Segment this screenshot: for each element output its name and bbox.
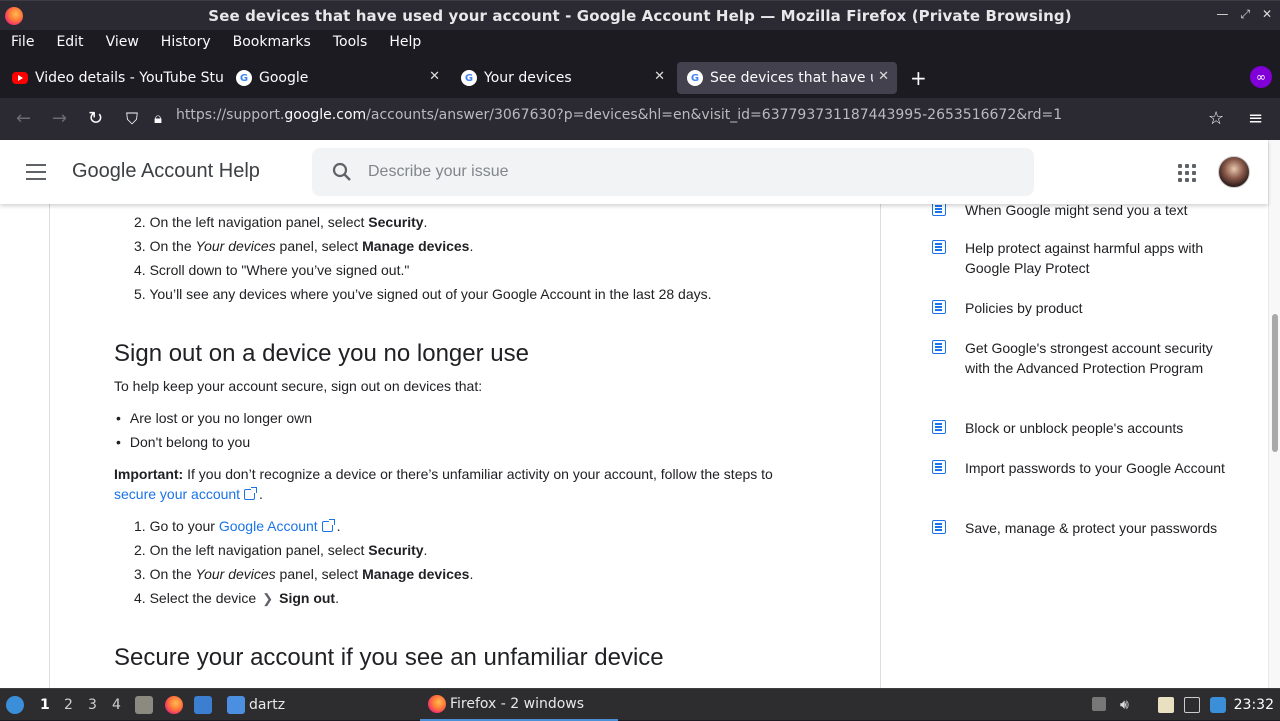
menu-edit[interactable]: Edit [45, 34, 94, 50]
lock-icon[interactable]: 🔒︎ [154, 109, 162, 127]
main-menu-icon[interactable] [26, 164, 46, 180]
workspace-3[interactable]: 3 [88, 697, 97, 713]
step-item: 4. Select the device ❯ Sign out. [134, 590, 339, 606]
menu-view[interactable]: View [95, 34, 150, 50]
taskbar-firefox-button[interactable]: Firefox - 2 windows [420, 689, 618, 721]
section-heading: Secure your account if you see an unfami… [114, 644, 664, 671]
google-icon: G [236, 70, 252, 86]
start-menu-icon[interactable] [6, 696, 24, 714]
chevron-right-icon: ❯ [262, 591, 274, 606]
clock: 23:32 [1233, 697, 1274, 713]
important-note-link-line: secure your account . [114, 486, 263, 502]
scrollbar-thumb[interactable] [1272, 314, 1278, 452]
step-item: 3. On the Your devices panel, select Man… [134, 238, 474, 254]
step-item: 5. You’ll see any devices where you’ve s… [134, 286, 712, 302]
menu-bookmarks[interactable]: Bookmarks [222, 34, 322, 50]
search-icon [332, 162, 351, 181]
firefox-launcher-icon[interactable] [165, 696, 183, 714]
file-manager-icon[interactable] [135, 696, 153, 714]
menu-history[interactable]: History [150, 34, 222, 50]
google-icon: G [687, 70, 703, 86]
taskbar: 1 2 3 4 dartz Firefox - 2 windows 🔊︎ 23:… [0, 688, 1280, 721]
workspace-2[interactable]: 2 [64, 697, 73, 713]
article-icon [932, 202, 946, 216]
firefox-icon [5, 7, 23, 25]
folder-icon[interactable] [227, 696, 245, 714]
reload-icon[interactable]: ↻ [88, 108, 103, 129]
menu-bar: File Edit View History Bookmarks Tools H… [0, 30, 1280, 54]
private-browsing-icon: ∞ [1250, 66, 1272, 88]
article-icon [932, 340, 946, 354]
display-icon[interactable] [1184, 697, 1200, 713]
step-item: 3. On the Your devices panel, select Man… [134, 566, 474, 582]
shield-icon[interactable]: ⛉ [126, 109, 138, 129]
forward-icon[interactable]: → [52, 108, 67, 129]
workspace-1[interactable]: 1 [40, 697, 50, 713]
page-brand[interactable]: Google Account Help [72, 160, 260, 183]
tab-see-devices[interactable]: G See devices that have used your accoun… [677, 62, 897, 94]
google-icon: G [461, 70, 477, 86]
maximize-icon[interactable]: ⤢ [1240, 7, 1250, 22]
tab-your-devices[interactable]: G Your devices ✕ [451, 62, 673, 94]
article-icon [932, 520, 946, 534]
list-item: Are lost or you no longer own [116, 410, 312, 426]
article-icon [932, 420, 946, 434]
workspace-4[interactable]: 4 [112, 697, 121, 713]
window-title: See devices that have used your account … [208, 6, 1072, 25]
tab-close-icon[interactable]: ✕ [878, 69, 889, 84]
section-heading: Sign out on a device you no longer use [114, 340, 529, 367]
clipboard-icon[interactable] [1158, 697, 1174, 713]
battery-icon[interactable] [1092, 697, 1106, 711]
volume-icon[interactable]: 🔊︎ [1120, 697, 1136, 713]
window-titlebar: See devices that have used your account … [0, 0, 1280, 30]
article-icon [932, 300, 946, 314]
secure-account-link[interactable]: secure your account [114, 486, 240, 502]
step-item: 4. Scroll down to "Where you’ve signed o… [134, 262, 410, 278]
related-articles: When Google might send you a text Help p… [930, 140, 1230, 688]
search-input[interactable] [368, 158, 968, 186]
hamburger-menu-icon[interactable]: ≡ [1248, 108, 1263, 129]
step-item: 1. Go to your Google Account . [134, 518, 341, 534]
youtube-icon [12, 72, 28, 84]
tab-close-icon[interactable]: ✕ [429, 69, 440, 84]
external-link-icon [321, 519, 335, 532]
back-icon[interactable]: ← [16, 108, 31, 129]
desktop-icon[interactable] [194, 696, 212, 714]
tab-bar: Video details - YouTube Studio G Google … [0, 58, 1280, 98]
article: 2. On the left navigation panel, select … [49, 140, 881, 688]
tab-google[interactable]: G Google ✕ [226, 62, 448, 94]
step-item: 2. On the left navigation panel, select … [134, 542, 428, 558]
new-tab-button[interactable]: + [910, 66, 927, 90]
tab-close-icon[interactable]: ✕ [654, 69, 665, 84]
google-account-link[interactable]: Google Account [219, 518, 318, 534]
menu-tools[interactable]: Tools [322, 34, 379, 50]
close-icon[interactable]: ✕ [1262, 7, 1272, 22]
step-item: 2. On the left navigation panel, select … [134, 214, 428, 230]
notification-icon[interactable] [1210, 697, 1226, 713]
avatar[interactable] [1218, 156, 1250, 188]
google-apps-icon[interactable] [1178, 164, 1196, 182]
help-header: Google Account Help [0, 140, 1268, 204]
menu-help[interactable]: Help [378, 34, 432, 50]
article-icon [932, 240, 946, 254]
url-bar[interactable]: https://support.google.com/accounts/answ… [176, 107, 1062, 123]
intro-text: To help keep your account secure, sign o… [114, 378, 483, 394]
page-scrollbar[interactable] [1268, 140, 1280, 688]
article-icon [932, 460, 946, 474]
search-box[interactable] [312, 148, 1034, 196]
bookmark-star-icon[interactable]: ☆ [1208, 108, 1224, 129]
folder-label[interactable]: dartz [249, 697, 285, 713]
list-item: Don't belong to you [116, 434, 250, 450]
page-content: Google Account Help 2. On the left navig… [0, 140, 1280, 688]
minimize-icon[interactable]: — [1216, 7, 1228, 22]
firefox-icon [428, 695, 446, 713]
external-link-icon [244, 487, 258, 500]
important-note: Important: If you don’t recognize a devi… [114, 466, 773, 482]
menu-file[interactable]: File [0, 34, 45, 50]
navigation-bar: ← → ↻ ⛉ 🔒︎ https://support.google.com/ac… [0, 98, 1280, 140]
tab-youtube-studio[interactable]: Video details - YouTube Studio [2, 62, 224, 94]
